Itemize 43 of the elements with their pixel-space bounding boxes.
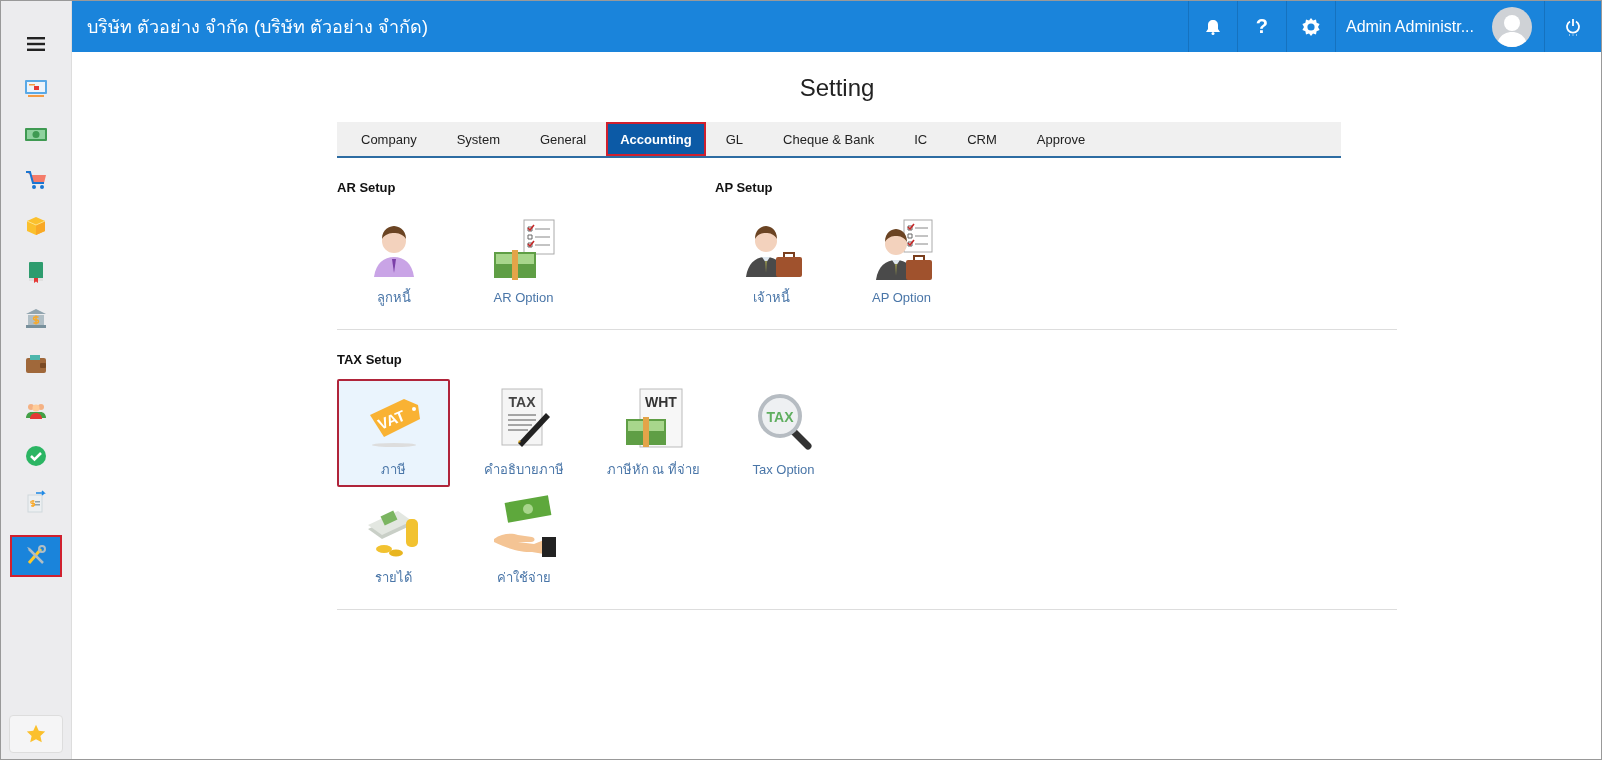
- tab[interactable]: GL: [705, 122, 764, 156]
- setting-item[interactable]: WHT ภาษีหัก ณ ที่จ่าย: [597, 379, 710, 487]
- document-dollar-icon: [24, 490, 48, 514]
- tab[interactable]: Approve: [1016, 122, 1106, 156]
- bank-icon: [24, 306, 48, 330]
- bell-icon: [1205, 18, 1220, 35]
- check-circle-icon: [24, 444, 48, 468]
- tab[interactable]: System: [436, 122, 520, 156]
- setting-item[interactable]: ค่าใช้จ่าย: [467, 487, 580, 595]
- favorites-button[interactable]: [9, 715, 63, 753]
- section-heading: AR Setup: [337, 180, 397, 195]
- cart-icon: [24, 168, 48, 192]
- menu-icon[interactable]: [27, 37, 45, 51]
- setting-item[interactable]: TAX Tax Option: [727, 379, 840, 487]
- tab[interactable]: Cheque & Bank: [763, 122, 895, 156]
- section-heading: AP Setup: [715, 180, 774, 195]
- power-icon: [1566, 17, 1580, 36]
- section-heading: TAX Setup: [337, 352, 403, 367]
- tab[interactable]: General: [520, 122, 607, 156]
- box-icon: [24, 214, 48, 238]
- tab[interactable]: IC: [894, 122, 948, 156]
- setting-item[interactable]: AP Option: [845, 207, 958, 315]
- star-icon: [25, 723, 47, 745]
- money-checklist-icon: [491, 217, 556, 282]
- help-button[interactable]: ?: [1236, 1, 1286, 52]
- tab[interactable]: Company: [341, 122, 437, 156]
- user-name: Admin Administr...: [1345, 17, 1474, 36]
- setting-item[interactable]: รายได้: [337, 487, 450, 595]
- tab[interactable]: CRM: [947, 122, 1017, 156]
- wallet-icon: [24, 352, 48, 376]
- hand-money-icon: [491, 494, 556, 559]
- user-menu[interactable]: Admin Administr...: [1334, 1, 1544, 52]
- setting-item[interactable]: เจ้าหนี้: [715, 207, 828, 315]
- sidebar-item[interactable]: [10, 535, 62, 577]
- company-title: บริษัท ตัวอย่าง จำกัด (บริษัท ตัวอย่าง จำกัด): [86, 16, 429, 39]
- tab[interactable]: Accounting: [606, 122, 706, 156]
- page-title: Setting: [798, 74, 876, 102]
- avatar-icon: [1492, 6, 1532, 47]
- setting-item[interactable]: TAX คำอธิบายภาษี: [467, 379, 580, 487]
- settings-icon: [1301, 17, 1320, 36]
- setting-item[interactable]: AR Option: [467, 207, 580, 315]
- setting-item[interactable]: ลูกหนี้: [337, 207, 450, 315]
- setting-item[interactable]: VAT ภาษี: [337, 379, 450, 487]
